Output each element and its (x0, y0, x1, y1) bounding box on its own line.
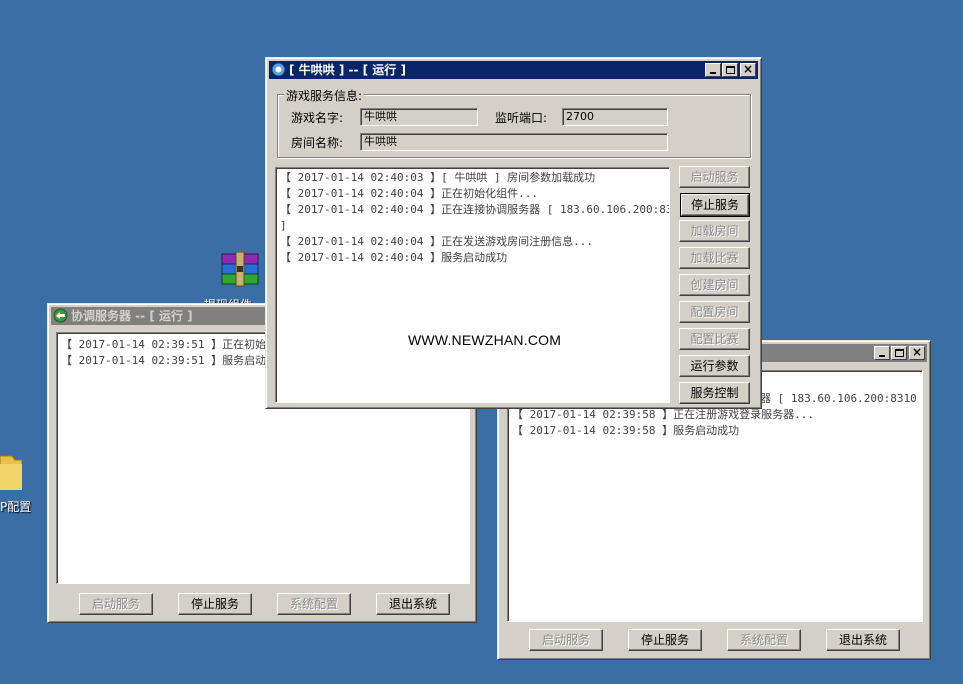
close-button[interactable]: × (909, 345, 925, 360)
game-info-group-title: 游戏服务信息: (284, 87, 365, 104)
log-line: 【 2017-01-14 02:40:03 】[ 牛哄哄 ] 房间参数加载成功 (280, 171, 596, 184)
log-line: 【 2017-01-14 02:40:04 】正在初始化组件... (280, 187, 538, 200)
folder-icon[interactable] (0, 452, 23, 491)
log-line: 【 2017-01-14 02:39:58 】正在注册游戏登录服务器... (512, 408, 814, 421)
coord-stop-button[interactable]: 停止服务 (178, 593, 252, 615)
run-params-button[interactable]: 运行参数 (679, 355, 750, 377)
game-title-bar[interactable]: [ 牛哄哄 ] -- [ 运行 ] × (269, 61, 758, 79)
config-match-button[interactable]: 配置比赛 (679, 328, 750, 350)
close-icon: × (742, 62, 754, 76)
minimize-icon (879, 355, 885, 357)
start-service-button[interactable]: 启动服务 (679, 166, 750, 188)
config-room-button[interactable]: 配置房间 (679, 301, 750, 323)
port-label: 监听端口: (495, 111, 548, 125)
game-name-field[interactable]: 牛哄哄 (360, 108, 478, 126)
game-title-text: [ 牛哄哄 ] -- [ 运行 ] (289, 63, 406, 77)
minimize-icon (710, 72, 716, 74)
coord-start-button[interactable]: 启动服务 (79, 593, 153, 615)
create-room-button[interactable]: 创建房间 (679, 274, 750, 296)
load-match-button[interactable]: 加载比赛 (679, 247, 750, 269)
game-server-window: [ 牛哄哄 ] -- [ 运行 ] × 游戏服务信息: 游戏名字: 牛哄哄 监听… (265, 57, 762, 409)
log-line: 【 2017-01-14 02:40:04 】正在连接协调服务器 [ 183.6… (280, 203, 670, 216)
load-room-button[interactable]: 加载房间 (679, 220, 750, 242)
login-stop-button[interactable]: 停止服务 (628, 629, 702, 651)
log-line: ] (280, 219, 287, 232)
log-line: 【 2017-01-14 02:40:04 】服务启动成功 (280, 251, 508, 264)
port-field[interactable]: 2700 (562, 108, 668, 126)
login-config-button[interactable]: 系统配置 (727, 629, 801, 651)
log-line: 【 2017-01-14 02:39:58 】服务启动成功 (512, 424, 740, 437)
maximize-icon (726, 66, 735, 74)
room-name-label: 房间名称: (291, 136, 344, 150)
coord-config-button[interactable]: 系统配置 (277, 593, 351, 615)
folder-icon-label[interactable]: P配置 (0, 498, 31, 515)
service-control-button[interactable]: 服务控制 (679, 382, 750, 404)
maximize-button[interactable] (891, 346, 907, 360)
game-log-panel[interactable]: 【 2017-01-14 02:40:03 】[ 牛哄哄 ] 房间参数加载成功 … (275, 167, 670, 403)
minimize-button[interactable] (874, 346, 890, 360)
coord-app-icon (53, 308, 68, 323)
maximize-icon (895, 349, 904, 357)
close-button[interactable]: × (740, 62, 756, 77)
stop-service-button[interactable]: 停止服务 (680, 193, 750, 217)
log-line: 【 2017-01-14 02:40:04 】正在发送游戏房间注册信息... (280, 235, 593, 248)
room-name-field[interactable]: 牛哄哄 (360, 133, 668, 151)
coord-title-text: 协调服务器 -- [ 运行 ] (71, 309, 193, 323)
minimize-button[interactable] (705, 63, 721, 77)
archive-icon[interactable] (220, 251, 260, 288)
maximize-button[interactable] (722, 63, 738, 77)
login-start-button[interactable]: 启动服务 (529, 629, 603, 651)
login-exit-button[interactable]: 退出系统 (826, 629, 900, 651)
coord-exit-button[interactable]: 退出系统 (376, 593, 450, 615)
game-name-label: 游戏名字: (291, 111, 344, 125)
close-icon: × (911, 345, 923, 359)
game-app-icon (271, 62, 286, 77)
watermark-text: WWW.NEWZHAN.COM (408, 332, 562, 348)
